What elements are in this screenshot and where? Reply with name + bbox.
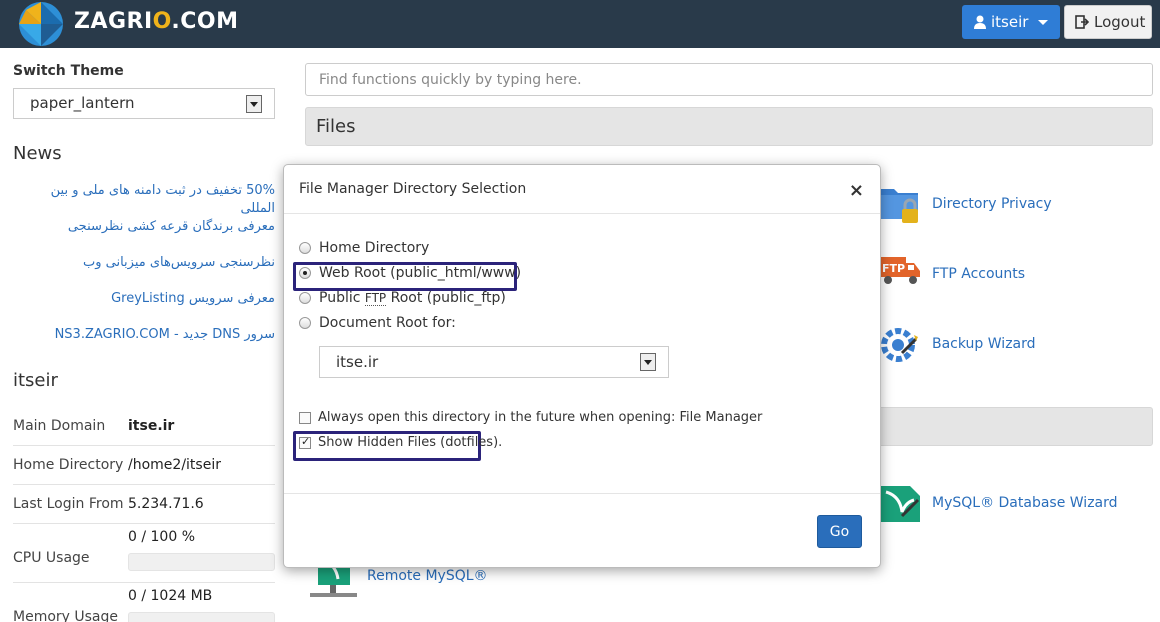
checkbox-checked[interactable]	[299, 435, 311, 449]
dropdown-arrow-icon	[246, 95, 262, 113]
dropdown-arrow-icon	[640, 353, 656, 371]
caret-down-icon	[1038, 20, 1048, 25]
mysql-wizard-icon	[880, 486, 920, 522]
logout-icon	[1075, 15, 1089, 29]
theme-value: paper_lantern	[30, 94, 135, 112]
backup-wizard-link[interactable]: Backup Wizard	[880, 323, 1036, 365]
go-button[interactable]: Go	[817, 515, 862, 548]
news-heading: News	[13, 143, 62, 164]
dialog-header-divider	[284, 213, 880, 214]
logout-button[interactable]: Logout	[1064, 5, 1152, 39]
directory-selection-dialog: File Manager Directory Selection × Home …	[283, 164, 881, 568]
backup-wizard-gear-icon	[881, 328, 918, 362]
cpu-usage-bar	[128, 553, 275, 571]
directory-privacy-link[interactable]: Directory Privacy	[880, 183, 1052, 225]
user-name: itseir	[991, 13, 1029, 31]
close-icon[interactable]: ×	[849, 180, 864, 201]
always-open-checkbox-row[interactable]: Always open this directory in the future…	[299, 410, 762, 425]
svg-text:FTP: FTP	[882, 262, 905, 275]
radio-public-ftp[interactable]: Public FTP Root (public_ftp)	[299, 290, 506, 306]
top-bar: ZAGRIO.COM itseir Logout	[0, 0, 1160, 48]
radio-document-root[interactable]: Document Root for:	[299, 315, 456, 331]
news-list: 50% تخفیف در ثبت دامنه های ملی و بین الم…	[20, 182, 275, 344]
user-icon	[974, 15, 986, 29]
news-link[interactable]: سرور DNS جدید - NS3.ZAGRIO.COM	[20, 326, 275, 344]
logout-label: Logout	[1094, 13, 1146, 31]
databases-section-header[interactable]	[880, 407, 1153, 446]
radio-web-root[interactable]: Web Root (public_html/www)	[299, 265, 521, 281]
mysql-database-wizard-link[interactable]: MySQL® Database Wizard	[880, 482, 1118, 524]
dialog-title: File Manager Directory Selection	[299, 181, 527, 197]
stat-memory-usage: Memory Usage 0 / 1024 MB	[13, 583, 275, 622]
news-link[interactable]: معرفی برندگان قرعه کشی نظرسنجی	[20, 218, 275, 236]
domain-select[interactable]: itse.ir	[319, 346, 669, 378]
zagrio-logo-icon[interactable]	[16, 0, 66, 48]
radio-button[interactable]	[299, 317, 311, 329]
stat-cpu-usage: CPU Usage 0 / 100 %	[13, 524, 275, 583]
brand-name[interactable]: ZAGRIO.COM	[74, 9, 239, 34]
switch-theme-label: Switch Theme	[13, 63, 124, 79]
memory-usage-bar	[128, 612, 275, 622]
radio-home-directory[interactable]: Home Directory	[299, 240, 429, 256]
checkbox[interactable]	[299, 411, 311, 424]
user-menu-button[interactable]: itseir	[962, 5, 1060, 39]
account-heading: itseir	[13, 370, 58, 391]
account-stats: Main Domain itse.ir Home Directory /home…	[13, 407, 275, 622]
domain-value: itse.ir	[336, 353, 379, 371]
ftp-accounts-link[interactable]: FTP FTP Accounts	[880, 253, 1025, 295]
show-hidden-files-checkbox-row[interactable]: Show Hidden Files (dotfiles).	[299, 435, 502, 450]
news-link[interactable]: نظرسنجی سرویس‌های میزبانی وب	[20, 254, 275, 272]
theme-select[interactable]: paper_lantern	[13, 88, 275, 119]
radio-button-selected[interactable]	[299, 267, 311, 279]
stat-last-login: Last Login From 5.234.71.6	[13, 485, 275, 524]
ftp-truck-icon: FTP	[880, 257, 920, 284]
news-link[interactable]: 50% تخفیف در ثبت دامنه های ملی و بین الم…	[20, 182, 275, 218]
files-section-header[interactable]: Files	[305, 107, 1153, 146]
news-link[interactable]: معرفی سرویس GreyListing	[20, 290, 275, 308]
folder-lock-icon	[880, 189, 918, 223]
stat-home-directory: Home Directory /home2/itseir	[13, 446, 275, 485]
stat-main-domain: Main Domain itse.ir	[13, 407, 275, 446]
radio-button[interactable]	[299, 242, 311, 254]
dialog-footer-divider	[284, 493, 880, 494]
radio-button[interactable]	[299, 292, 311, 304]
function-search-input[interactable]: Find functions quickly by typing here.	[305, 63, 1153, 96]
